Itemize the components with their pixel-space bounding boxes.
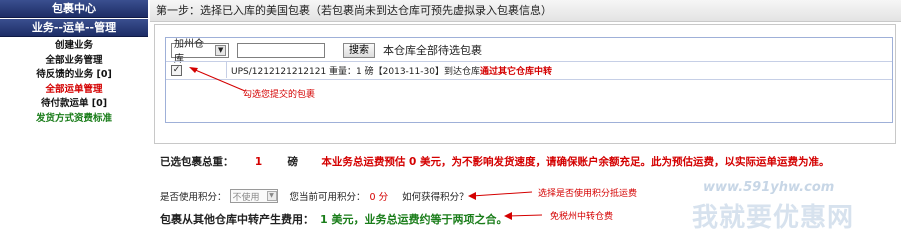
sidebar-item-shipping-rates[interactable]: 发货方式资费标准 (0, 112, 148, 127)
watermark-logo-text: 我就要优惠网 (692, 203, 855, 233)
sidebar-item-create-business[interactable]: 创建业务 (0, 39, 148, 54)
sidebar-header-business-waybill[interactable]: 业务--运单--管理 (0, 19, 148, 37)
annotation-points-text: 选择是否使用积分抵运费 (538, 189, 638, 199)
sidebar-header-package-center[interactable]: 包裹中心 (0, 0, 148, 18)
annotation-transfer-text: 免税州中转仓费 (550, 212, 614, 222)
sidebar-item-all-waybills[interactable]: 全部运单管理 (0, 83, 148, 98)
sidebar-item-all-business[interactable]: 全部业务管理 (0, 54, 148, 69)
sidebar: 包裹中心 业务--运单--管理 创建业务 全部业务管理 待反馈的业务 [0] 全… (0, 0, 148, 240)
sidebar-item-unpaid-waybills[interactable]: 待付款运单 [0] (0, 97, 148, 112)
sidebar-links: 创建业务 全部业务管理 待反馈的业务 [0] 全部运单管理 待付款运单 [0] … (0, 37, 148, 126)
sidebar-item-pending-feedback[interactable]: 待反馈的业务 [0] (0, 68, 148, 83)
watermark-url: www.591yhw.com (703, 180, 835, 195)
